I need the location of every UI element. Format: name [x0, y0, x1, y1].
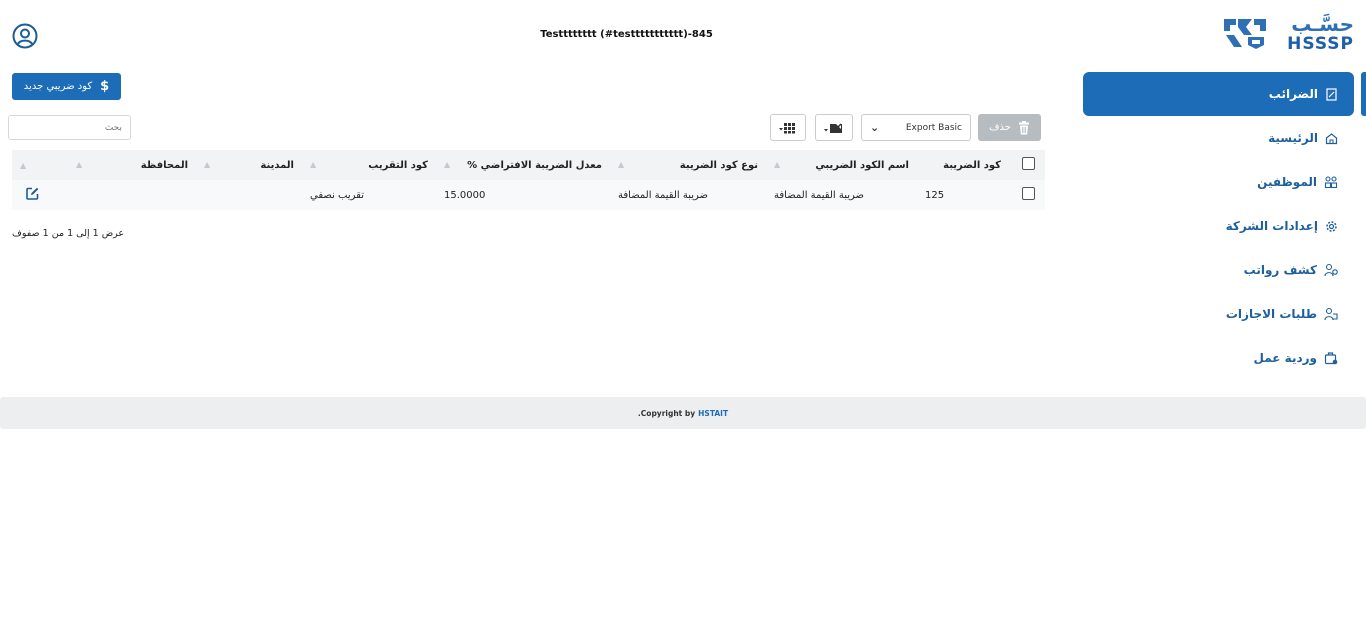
footer-brand-link[interactable]: HSTAIT	[698, 409, 728, 418]
sidebar-item-work-shift[interactable]: وردية عمل	[1083, 336, 1354, 380]
sort-icon: ▲	[310, 159, 317, 169]
tax-codes-table: كود الضريبة اسم الكود الضريبي ▲ نوع كود ا…	[12, 150, 1045, 210]
sidebar-item-label: الرئيسية	[1268, 131, 1318, 145]
sidebar-item-label: الموظفين	[1257, 175, 1317, 189]
columns-toggle-button[interactable]	[770, 114, 806, 141]
select-all-checkbox[interactable]	[1022, 157, 1035, 170]
row-checkbox[interactable]	[1022, 187, 1035, 200]
sidebar-item-label: إعدادات الشركة	[1225, 219, 1318, 233]
sidebar-item-label: وردية عمل	[1253, 351, 1317, 365]
export-type-select[interactable]: ⌄ Export Basic	[861, 114, 971, 141]
receipt-icon	[1326, 87, 1337, 101]
cell-tax-code-name: ضريبة القيمة المضافة	[766, 180, 917, 210]
gear-icon	[1326, 220, 1337, 232]
column-header-label: المدينة	[260, 159, 294, 171]
shift-icon	[1324, 352, 1338, 365]
logo[interactable]: حسَّـب HSSSP	[1222, 12, 1354, 54]
row-checkbox-cell[interactable]	[1009, 180, 1045, 210]
cell-governorate	[68, 180, 196, 210]
footer: . Copyright by HSTAIT	[0, 397, 1366, 429]
delete-label: حذف	[989, 122, 1011, 133]
home-icon	[1325, 132, 1338, 144]
leave-request-icon	[1324, 307, 1338, 321]
new-tax-code-button[interactable]: $ كود ضريبي جديد	[12, 73, 121, 100]
sidebar-item-label: كشف رواتب	[1243, 263, 1317, 277]
cell-rounding-code: تقريب نصفي	[302, 180, 436, 210]
sort-icon: ▲	[774, 159, 781, 169]
search-input[interactable]	[8, 115, 131, 140]
sidebar-item-label: الضرائب	[1268, 87, 1318, 101]
sort-icon: ▲	[444, 159, 451, 169]
column-header-governorate[interactable]: المحافظة ▲	[68, 150, 196, 180]
column-header-default-rate[interactable]: معدل الضريبة الافتراضي % ▲	[436, 150, 610, 180]
sidebar-item-home[interactable]: الرئيسية	[1083, 116, 1354, 160]
chevron-down-icon: ⌄	[870, 121, 880, 134]
row-actions-cell	[12, 180, 68, 210]
export-menu-button[interactable]	[815, 114, 853, 141]
sort-icon: ▲	[618, 159, 625, 169]
cell-tax-code-type: ضريبة القيمة المضافة	[610, 180, 766, 210]
payroll-icon	[1324, 263, 1338, 277]
column-header-tax-code-name[interactable]: اسم الكود الضريبي ▲	[766, 150, 917, 180]
trash-icon	[1018, 120, 1029, 134]
company-title: Testttttttt (#testtttttttttt)-845	[540, 29, 713, 40]
sidebar-item-employees[interactable]: الموظفين	[1083, 160, 1354, 204]
logo-arabic-text: حسَّـب	[1291, 12, 1354, 36]
footer-copyright: Copyright by	[640, 408, 696, 418]
sidebar-nav: الضرائب الرئيسية الموظفين إعدادات الشركة…	[1083, 72, 1354, 380]
sidebar-item-label: طلبات الاجازات	[1225, 307, 1317, 321]
new-tax-code-label: كود ضريبي جديد	[23, 81, 93, 92]
column-header-tax-code[interactable]: كود الضريبة	[917, 150, 1009, 180]
column-header-label: كود الضريبة	[943, 159, 1001, 171]
column-header-tax-code-type[interactable]: نوع كود الضريبة ▲	[610, 150, 766, 180]
column-header-label: معدل الضريبة الافتراضي %	[467, 159, 602, 171]
column-header-city[interactable]: المدينة ▲	[196, 150, 302, 180]
select-all-checkbox-cell[interactable]	[1009, 150, 1045, 180]
active-nav-marker	[1361, 72, 1366, 116]
sidebar-item-company-settings[interactable]: إعدادات الشركة	[1083, 204, 1354, 248]
column-header-label: نوع كود الضريبة	[679, 159, 758, 171]
column-header-label: كود التقريب	[368, 159, 428, 171]
column-header-rounding-code[interactable]: كود التقريب ▲	[302, 150, 436, 180]
table-header-row: كود الضريبة اسم الكود الضريبي ▲ نوع كود ا…	[12, 150, 1045, 180]
column-header-label: المحافظة	[140, 159, 188, 171]
logo-mark-icon	[1224, 19, 1266, 49]
logo-english-text: HSSSP	[1287, 34, 1354, 54]
table-pagination-info: عرض 1 إلى 1 من 1 صفوف	[12, 228, 125, 239]
grid-icon	[779, 122, 795, 133]
sidebar-item-taxes[interactable]: الضرائب	[1083, 72, 1354, 116]
export-select-value: Export Basic	[905, 122, 962, 133]
sort-icon: ▲	[20, 160, 27, 170]
column-header-actions: ▲	[12, 150, 68, 180]
sidebar-item-leave-requests[interactable]: طلبات الاجازات	[1083, 292, 1354, 336]
delete-button[interactable]: حذف	[978, 114, 1041, 141]
sidebar-item-payroll[interactable]: كشف رواتب	[1083, 248, 1354, 292]
cell-default-rate: 15.0000	[436, 180, 610, 210]
export-icon	[824, 122, 842, 133]
sort-icon: ▲	[76, 159, 83, 169]
edit-icon[interactable]	[26, 187, 39, 200]
table-row[interactable]: 125 ضريبة القيمة المضافة ضريبة القيمة ال…	[12, 180, 1045, 210]
dollar-icon: $	[100, 79, 110, 94]
column-header-label: اسم الكود الضريبي	[815, 159, 909, 171]
sort-icon: ▲	[204, 159, 211, 169]
employees-icon	[1324, 176, 1338, 189]
cell-tax-code: 125	[917, 180, 1009, 210]
cell-city	[196, 180, 302, 210]
